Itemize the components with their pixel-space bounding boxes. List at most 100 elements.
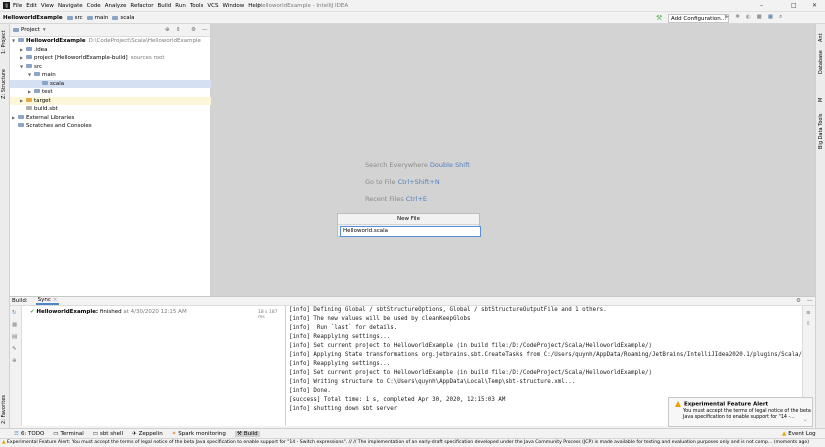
tab-build[interactable]: ⚒ Build bbox=[234, 430, 260, 437]
menu-item-code[interactable]: Code bbox=[87, 3, 101, 9]
menu-item-view[interactable]: View bbox=[41, 3, 54, 9]
title-bar: IJ File Edit View Navigate Code Analyze Refact… bbox=[0, 0, 825, 12]
intellij-logo-icon: IJ bbox=[3, 2, 10, 9]
menu-item-file[interactable]: File bbox=[13, 3, 22, 9]
folder-icon bbox=[86, 15, 93, 20]
soft-wrap-icon[interactable]: ≡ bbox=[806, 310, 811, 316]
tab-sbt-shell[interactable]: ▭ sbt shell bbox=[93, 431, 123, 437]
coverage-icon[interactable]: ◐ bbox=[746, 14, 751, 21]
breadcrumb-main[interactable]: main bbox=[86, 15, 108, 21]
build-hammer-icon[interactable]: ⚒ bbox=[656, 14, 662, 22]
project-icon bbox=[13, 28, 19, 32]
pin-icon[interactable]: ✎ bbox=[12, 346, 17, 352]
menu-item-vcs[interactable]: VCS bbox=[207, 3, 218, 9]
folder-icon bbox=[26, 97, 32, 102]
event-log-button[interactable]: ▲ Event Log bbox=[782, 431, 816, 437]
tree-item[interactable]: scala bbox=[10, 79, 236, 88]
menu-item-tools[interactable]: Tools bbox=[190, 3, 204, 9]
tree-item[interactable]: ▶ .idea bbox=[10, 46, 220, 54]
folder-icon bbox=[18, 114, 24, 119]
collapse-all-icon[interactable]: ⇕ bbox=[176, 27, 181, 33]
editor-area[interactable] bbox=[211, 24, 815, 296]
scroll-to-end-icon[interactable]: ⇩ bbox=[806, 321, 811, 327]
run-icon[interactable]: ▶ bbox=[725, 14, 729, 21]
breadcrumb-project[interactable]: HelloworldExample bbox=[3, 15, 63, 21]
locate-icon[interactable]: ⊕ bbox=[165, 27, 170, 33]
warning-icon: ▲ bbox=[782, 430, 787, 437]
menu-item-analyze[interactable]: Analyze bbox=[105, 3, 127, 9]
database-tool-tab[interactable]: Database bbox=[818, 50, 824, 74]
tab-zeppelin[interactable]: ✈ Zeppelin bbox=[132, 431, 163, 437]
tree-item[interactable]: ▼ main bbox=[10, 71, 228, 79]
menu-item-navigate[interactable]: Navigate bbox=[58, 3, 83, 9]
chevron-down-icon[interactable]: ▾ bbox=[43, 27, 46, 33]
todo-icon: ☰ bbox=[14, 430, 19, 437]
console-line: [info] Reapplying settings... bbox=[289, 361, 391, 367]
tree-item[interactable]: ▶ test bbox=[10, 88, 228, 96]
maximize-button[interactable]: □ bbox=[791, 2, 797, 9]
build-duration: 18 s 187 ms bbox=[258, 310, 278, 320]
tree-item[interactable]: Scratches and Consoles bbox=[10, 122, 212, 130]
menu-item-build[interactable]: Build bbox=[157, 3, 171, 9]
search-icon[interactable]: ⌕ bbox=[779, 14, 782, 21]
new-file-popup: New File Helloworld.scala bbox=[337, 213, 481, 237]
maven-tool-tab[interactable]: M bbox=[818, 98, 824, 102]
menu-item-window[interactable]: Window bbox=[223, 3, 245, 9]
chevron-down-icon[interactable]: ⌄ bbox=[803, 417, 808, 423]
tab-sync[interactable]: Sync × bbox=[35, 297, 60, 305]
folder-icon bbox=[66, 15, 73, 20]
build-left-toolbar: ↻ ■ ▤ ✎ ⊕ bbox=[10, 306, 22, 426]
big-data-tools-tab[interactable]: Big Data Tools bbox=[818, 114, 824, 149]
menu-bar: File Edit View Navigate Code Analyze Refactor B… bbox=[13, 3, 265, 9]
hide-icon[interactable]: — bbox=[202, 27, 208, 33]
status-message[interactable]: Experimental Feature Alert: You must acc… bbox=[7, 440, 809, 445]
zoom-icon[interactable]: ⊕ bbox=[12, 358, 17, 364]
menu-item-refactor[interactable]: Refactor bbox=[130, 3, 153, 9]
tree-item[interactable]: ▼ HelloworldExample D:\CodeProject\Scala\H… bbox=[10, 37, 212, 45]
minimize-button[interactable]: – bbox=[760, 2, 763, 9]
breadcrumb-src[interactable]: src bbox=[66, 15, 83, 21]
project-view-selector[interactable]: Project bbox=[21, 27, 40, 33]
rerun-icon[interactable]: ↻ bbox=[12, 310, 17, 316]
folder-icon bbox=[18, 123, 24, 127]
breadcrumb-scala[interactable]: scala bbox=[112, 15, 135, 21]
tree-item-label: project [HelloworldExample-build] bbox=[34, 55, 128, 61]
filter-icon[interactable]: ▤ bbox=[12, 334, 17, 340]
project-structure-icon[interactable]: ▦ bbox=[768, 14, 773, 21]
hide-icon[interactable]: — bbox=[807, 298, 813, 304]
add-configuration-button[interactable]: Add Configuration... bbox=[668, 14, 729, 23]
folder-icon bbox=[18, 38, 24, 42]
folder-icon bbox=[42, 80, 48, 85]
tree-item-label: .idea bbox=[34, 46, 48, 53]
gear-icon[interactable]: ⚙ bbox=[796, 298, 801, 304]
console-line: [info] Done. bbox=[289, 388, 331, 394]
notification-balloon[interactable]: Experimental Feature Alert You must acce… bbox=[668, 397, 813, 427]
debug-icon[interactable]: ✱ bbox=[735, 14, 740, 21]
tree-item-label: build.sbt bbox=[34, 106, 58, 112]
new-file-name-input[interactable]: Helloworld.scala bbox=[340, 226, 481, 237]
stop-icon[interactable]: ■ bbox=[12, 322, 17, 328]
stop-icon[interactable]: ■ bbox=[757, 14, 762, 21]
ant-tool-tab[interactable]: Ant bbox=[818, 33, 824, 42]
tree-item[interactable]: ▶ target bbox=[10, 96, 220, 105]
project-tool-tab[interactable]: 1: Project bbox=[1, 30, 7, 54]
warning-icon bbox=[675, 401, 681, 407]
console-line: [info] Reapplying settings... bbox=[289, 334, 391, 340]
tree-item[interactable]: ▼ src bbox=[10, 63, 220, 71]
tab-terminal[interactable]: ▭ Terminal bbox=[53, 431, 83, 437]
status-bar: ▲ Experimental Feature Alert: You must a… bbox=[0, 438, 825, 447]
gear-icon[interactable]: ⚙ bbox=[191, 27, 196, 33]
tree-item[interactable]: ▶ External Libraries bbox=[10, 114, 212, 122]
tab-todo[interactable]: ☰ 6: TODO bbox=[14, 431, 44, 437]
favorites-tool-tab[interactable]: 2: Favorites bbox=[1, 395, 7, 424]
tree-item[interactable]: ▶ project [HelloworldExample-build] source… bbox=[10, 54, 220, 62]
build-tree-item[interactable]: ✔ HelloworldExample: finished at 4/30/20… bbox=[30, 309, 187, 315]
structure-tool-tab[interactable]: Z: Structure bbox=[1, 69, 7, 99]
tree-item[interactable]: build.sbt bbox=[10, 105, 220, 113]
toolbar-icons: ▶ ✱ ◐ ■ ▦ ⌕ bbox=[725, 14, 782, 21]
menu-item-run[interactable]: Run bbox=[175, 3, 186, 9]
menu-item-edit[interactable]: Edit bbox=[26, 3, 37, 9]
tab-spark-monitoring[interactable]: ✶ Spark monitoring bbox=[172, 431, 226, 437]
close-button[interactable]: ✕ bbox=[812, 2, 817, 9]
notification-title: Experimental Feature Alert bbox=[675, 401, 768, 408]
